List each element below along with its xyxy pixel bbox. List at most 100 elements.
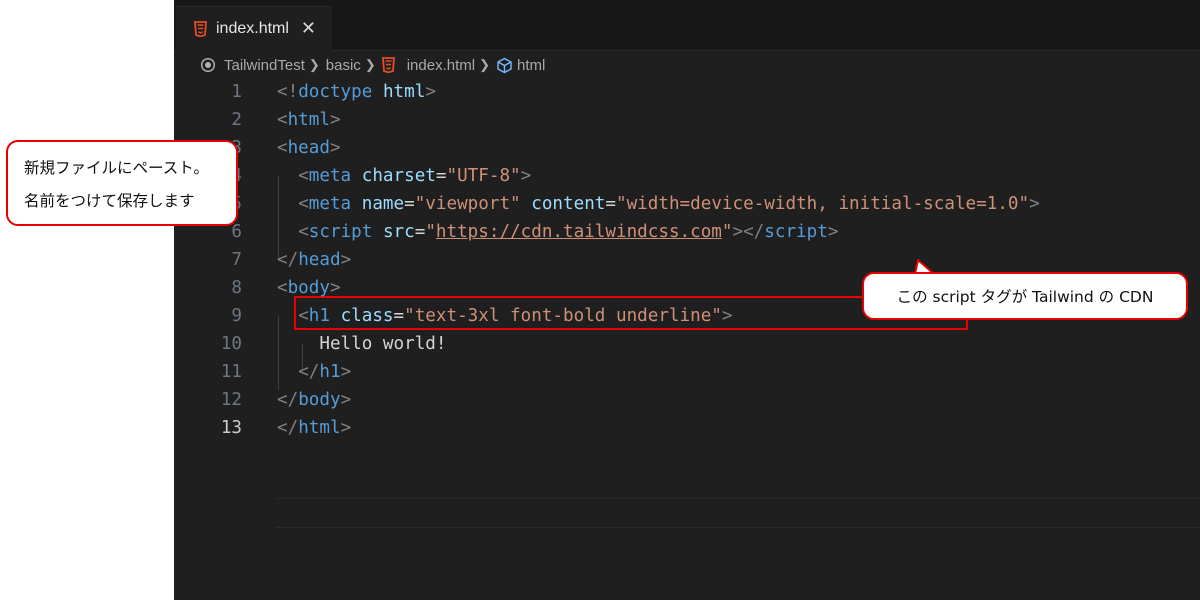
callout-text-line1: 新規ファイルにペースト。 <box>24 159 209 177</box>
code-token: body <box>287 278 330 298</box>
code-token: content <box>531 194 606 214</box>
code-token: <! <box>277 82 299 102</box>
code-token: meta <box>308 194 352 214</box>
code-token: charset <box>361 166 436 186</box>
code-token: = <box>414 222 426 242</box>
breadcrumb-label: index.html <box>406 56 476 74</box>
code-token: < <box>298 222 309 242</box>
code-token: head <box>298 250 341 270</box>
chevron-right-icon: ❯ <box>364 57 376 72</box>
tab-title: index.html <box>216 20 289 37</box>
breadcrumb: TailwindTest ❯ basic ❯ index.html ❯ html <box>174 52 1200 78</box>
code-token: > <box>340 362 352 382</box>
code-token: src <box>382 222 415 242</box>
code-token: </ <box>277 390 299 410</box>
chevron-right-icon: ❯ <box>479 57 490 72</box>
line-number: 11 <box>220 362 242 382</box>
code-token: html <box>298 418 341 438</box>
breadcrumb-label: TailwindTest <box>224 56 305 74</box>
code-token: "viewport" <box>414 194 521 214</box>
code-token: "text-3xl font-bold underline" <box>404 306 722 326</box>
code-token: " <box>721 222 733 242</box>
breadcrumb-item-file[interactable]: index.html <box>381 56 476 74</box>
code-token: h1 <box>319 362 341 382</box>
code-token: = <box>435 166 447 186</box>
line-number: 8 <box>231 278 242 298</box>
code-token: < <box>298 306 309 326</box>
code-line[interactable]: 6 <script src="https://cdn.tailwindcss.c… <box>174 218 1200 246</box>
code-line-text: <meta charset="UTF-8"> <box>277 162 531 190</box>
code-token: script <box>308 222 373 242</box>
code-line[interactable]: 5 <meta name="viewport" content="width=d… <box>174 190 1200 218</box>
code-line-text: <h1 class="text-3xl font-bold underline"… <box>277 302 732 330</box>
html5-file-icon <box>194 21 207 37</box>
code-line-text: </h1> <box>277 358 351 386</box>
code-token: meta <box>308 166 352 186</box>
tab-index-html[interactable]: index.html ✕ <box>176 6 332 51</box>
close-icon[interactable]: ✕ <box>301 20 316 38</box>
code-line[interactable]: 3<head> <box>174 134 1200 162</box>
code-token: < <box>298 166 309 186</box>
breadcrumb-item-folder[interactable]: basic <box>326 57 361 74</box>
code-token: h1 <box>308 306 330 326</box>
code-token: script <box>764 222 828 242</box>
code-line[interactable]: 1 <!doctype html> <box>174 78 1200 106</box>
code-token: html <box>382 82 426 102</box>
code-line[interactable]: 10 Hello world! <box>174 330 1200 358</box>
code-token: https://cdn.tailwindcss.com <box>435 222 722 242</box>
code-token: = <box>605 194 616 214</box>
code-token: > <box>340 418 352 438</box>
code-token: name <box>361 194 405 214</box>
tab-bar: index.html ✕ <box>174 0 1200 51</box>
code-line-text: <body> <box>277 274 341 302</box>
code-line[interactable]: 4 <meta charset="UTF-8"> <box>174 162 1200 190</box>
code-token: < <box>277 138 288 158</box>
cube-icon <box>497 57 512 73</box>
code-line-text: <html> <box>277 106 341 134</box>
root-folder-icon <box>200 57 216 73</box>
code-line-text: </body> <box>277 386 351 414</box>
code-token: > <box>827 222 839 242</box>
code-token: ></ <box>732 222 765 242</box>
code-token: "width=device-width, initial-scale=1.0" <box>616 194 1030 214</box>
chevron-right-icon: ❯ <box>308 57 320 72</box>
code-token: </ <box>277 250 299 270</box>
code-line-text: <!doctype html> <box>277 78 436 106</box>
code-token: class <box>340 306 394 326</box>
code-line-text: </head> <box>277 246 351 274</box>
code-line[interactable]: 11 </h1> <box>174 358 1200 386</box>
current-line-highlight <box>276 498 1200 528</box>
breadcrumb-item-workspace[interactable]: TailwindTest <box>200 57 305 74</box>
code-token: > <box>520 166 532 186</box>
code-line-text: Hello world! <box>277 330 446 358</box>
line-number: 9 <box>231 306 242 326</box>
code-token: > <box>329 110 341 130</box>
code-line[interactable]: 2 <html> <box>174 106 1200 134</box>
code-token: = <box>393 306 405 326</box>
line-number: 13 <box>220 418 242 438</box>
code-line[interactable]: 13 </html> <box>174 414 1200 442</box>
code-area[interactable]: 1<!doctype html>2<html>3<head>4 <meta ch… <box>174 78 1200 600</box>
code-token: </ <box>277 418 299 438</box>
code-line[interactable]: 12 </body> <box>174 386 1200 414</box>
code-token: > <box>425 82 436 102</box>
code-line-text: <script src="https://cdn.tailwindcss.com… <box>277 218 838 246</box>
line-number: 7 <box>231 250 242 270</box>
breadcrumb-item-element[interactable]: html <box>496 57 545 74</box>
code-token: doctype <box>298 82 373 102</box>
code-token: html <box>287 110 330 130</box>
code-token: > <box>340 250 352 270</box>
code-token: < <box>298 194 309 214</box>
html5-file-icon <box>381 57 395 73</box>
code-line[interactable]: 7 </head> <box>174 246 1200 274</box>
callout-cdn-note: この script タグが Tailwind の CDN <box>862 272 1188 320</box>
